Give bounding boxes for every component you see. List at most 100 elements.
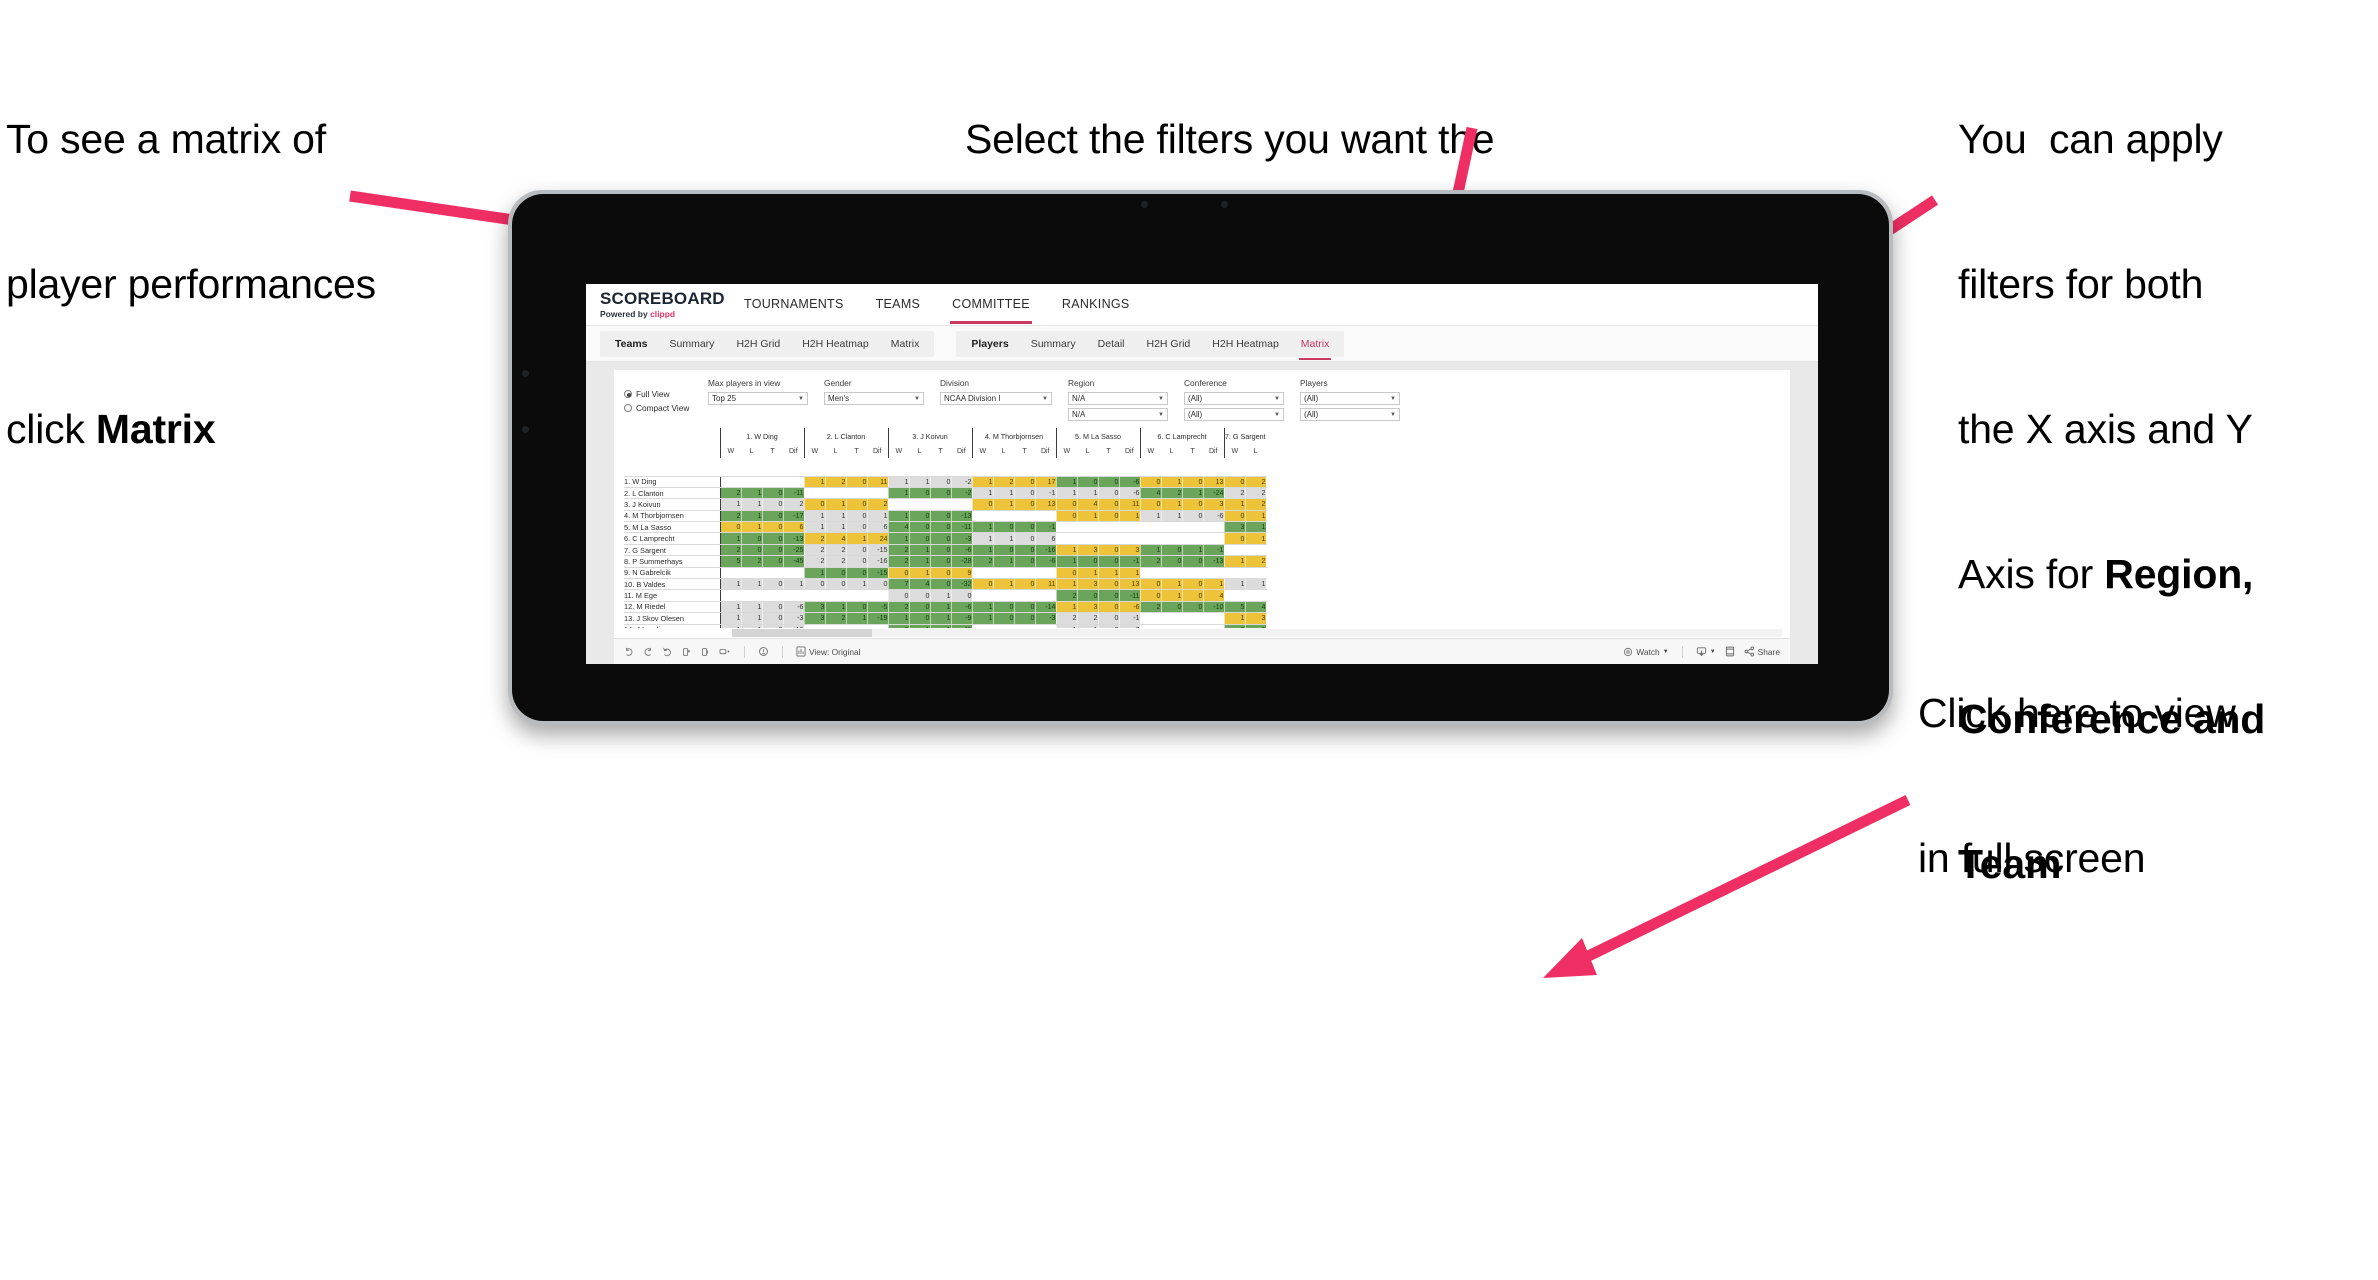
matrix-cell[interactable]: 0 <box>1077 555 1099 568</box>
matrix-cell[interactable]: 0 <box>1014 487 1036 500</box>
matrix-cell[interactable]: 0 <box>1014 601 1036 614</box>
matrix-cell[interactable]: 0 <box>762 601 784 614</box>
matrix-row-label[interactable]: 9. N Gabrelcik <box>624 567 720 580</box>
matrix-cell[interactable]: 1 <box>1161 510 1183 523</box>
matrix-cell[interactable]: 1 <box>1055 487 1078 500</box>
matrix-row-label[interactable]: 13. J Skov Olesen <box>624 612 720 625</box>
matrix-cell[interactable]: 0 <box>1223 510 1246 523</box>
matrix-cell[interactable]: 0 <box>993 544 1015 557</box>
matrix-cell[interactable]: 0 <box>867 578 889 591</box>
matrix-cell[interactable]: 6 <box>783 521 805 534</box>
matrix-cell[interactable]: -14 <box>1035 601 1057 614</box>
filter-players-y-select[interactable]: (All) ▼ <box>1300 408 1400 421</box>
filter-region-y-select[interactable]: N/A ▼ <box>1068 408 1168 421</box>
matrix-cell[interactable]: 0 <box>909 532 931 545</box>
matrix-cell[interactable]: 1 <box>930 589 952 602</box>
brand-logo[interactable]: SCOREBOARD Powered by clippd <box>600 290 725 319</box>
matrix-cell[interactable]: 0 <box>1182 578 1204 591</box>
subnav-teams-matrix[interactable]: Matrix <box>880 332 931 356</box>
subnav-teams-h2h-grid[interactable]: H2H Grid <box>725 332 791 356</box>
matrix-cell[interactable]: 5 <box>1223 601 1246 614</box>
matrix-cell[interactable]: 1 <box>993 498 1015 511</box>
download-button[interactable]: ▼ <box>1696 646 1716 657</box>
matrix-cell[interactable]: 0 <box>1014 555 1036 568</box>
matrix-cell[interactable]: 0 <box>909 521 931 534</box>
matrix-cell[interactable]: 1 <box>741 624 763 628</box>
matrix-cell[interactable]: 2 <box>1139 555 1162 568</box>
matrix-cell[interactable]: 0 <box>762 487 784 500</box>
watch-button[interactable]: Watch ▼ <box>1623 647 1669 657</box>
matrix-cell[interactable]: 0 <box>741 544 763 557</box>
matrix-cell[interactable]: 1 <box>887 510 910 523</box>
matrix-cell[interactable]: 1 <box>971 476 994 488</box>
matrix-cell[interactable]: 0 <box>1098 544 1120 557</box>
matrix-cell[interactable]: -17 <box>783 510 805 523</box>
matrix-cell[interactable]: 2 <box>803 544 826 557</box>
matrix-cell[interactable]: 1 <box>719 532 742 545</box>
matrix-cell[interactable]: -16 <box>867 555 889 568</box>
matrix-cell[interactable]: 0 <box>762 498 784 511</box>
matrix-cell[interactable]: 0 <box>1161 601 1183 614</box>
matrix-cell[interactable]: -32 <box>951 578 973 591</box>
matrix-cell[interactable]: 4 <box>1077 498 1099 511</box>
matrix-cell[interactable]: 0 <box>1139 498 1162 511</box>
matrix-cell[interactable]: 0 <box>762 521 784 534</box>
matrix-cell[interactable]: 2 <box>1223 624 1246 628</box>
matrix-cell[interactable]: 2 <box>867 498 889 511</box>
view-original-button[interactable]: View: Original <box>796 646 861 657</box>
matrix-cell[interactable]: 0 <box>1014 498 1036 511</box>
matrix-cell[interactable]: 1 <box>1077 510 1099 523</box>
matrix-cell[interactable]: 0 <box>930 521 952 534</box>
matrix-cell[interactable]: 0 <box>1182 476 1204 488</box>
matrix-cell[interactable]: 0 <box>930 578 952 591</box>
matrix-cell[interactable]: 6 <box>867 521 889 534</box>
matrix-cell[interactable]: 1 <box>1223 498 1246 511</box>
matrix-cell[interactable]: 0 <box>1014 476 1036 488</box>
radio-full-view[interactable]: Full View <box>624 389 698 399</box>
matrix-cell[interactable]: 3 <box>1245 612 1267 625</box>
matrix-cell[interactable]: 1 <box>1055 476 1078 488</box>
matrix-cell[interactable]: 1 <box>846 578 868 591</box>
matrix-cell[interactable]: 6 <box>1035 532 1057 545</box>
matrix-cell[interactable]: 0 <box>1182 589 1204 602</box>
revert-icon[interactable] <box>662 647 672 657</box>
matrix-cell[interactable]: 0 <box>971 578 994 591</box>
matrix-cell[interactable]: 0 <box>930 532 952 545</box>
matrix-cell[interactable]: 1 <box>803 476 826 488</box>
matrix-cell[interactable]: 2 <box>825 476 847 488</box>
subnav-players-summary[interactable]: Summary <box>1020 332 1087 356</box>
matrix-cell[interactable]: 1 <box>1139 544 1162 557</box>
matrix-cell[interactable]: 1 <box>1055 555 1078 568</box>
nav-item-committee[interactable]: COMMITTEE <box>950 285 1032 324</box>
subnav-players-h2h-grid[interactable]: H2H Grid <box>1136 332 1202 356</box>
matrix-cell[interactable]: 0 <box>846 555 868 568</box>
matrix-cell[interactable]: 3 <box>1077 578 1099 591</box>
refresh-data-icon[interactable] <box>681 647 691 657</box>
matrix-cell[interactable]: 1 <box>741 612 763 625</box>
matrix-cell[interactable]: -11 <box>1119 589 1141 602</box>
matrix-cell[interactable]: 2 <box>741 555 763 568</box>
filter-max-players-select[interactable]: Top 25 ▼ <box>708 392 808 405</box>
matrix-cell[interactable]: 0 <box>1139 476 1162 488</box>
matrix-cell[interactable]: 0 <box>887 567 910 580</box>
matrix-cell[interactable]: 0 <box>846 498 868 511</box>
matrix-cell[interactable]: 0 <box>971 498 994 511</box>
matrix-cell[interactable]: 0 <box>846 510 868 523</box>
matrix-cell[interactable]: -6 <box>951 544 973 557</box>
matrix-cell[interactable]: 2 <box>971 555 994 568</box>
matrix-row-label[interactable]: 7. G Sargent <box>624 544 720 557</box>
matrix-cell[interactable]: 3 <box>803 612 826 625</box>
matrix-cell[interactable]: 1 <box>909 476 931 488</box>
matrix-scroll-area[interactable]: 1. W Ding 2. L Clanton 3. J Koivun 4. M Tho… <box>624 428 1782 628</box>
matrix-cell[interactable]: 1 <box>971 532 994 545</box>
matrix-cell[interactable]: -28 <box>951 555 973 568</box>
matrix-cell[interactable]: 2 <box>719 544 742 557</box>
matrix-cell[interactable]: 0 <box>909 601 931 614</box>
matrix-cell[interactable]: -6 <box>951 601 973 614</box>
matrix-cell[interactable]: 10 <box>783 624 805 628</box>
matrix-cell[interactable]: 0 <box>846 544 868 557</box>
matrix-cell[interactable]: 0 <box>1098 487 1120 500</box>
matrix-cell[interactable]: 1 <box>1077 624 1099 628</box>
nav-item-rankings[interactable]: RANKINGS <box>1060 285 1132 324</box>
matrix-cell[interactable]: 1 <box>1055 544 1078 557</box>
